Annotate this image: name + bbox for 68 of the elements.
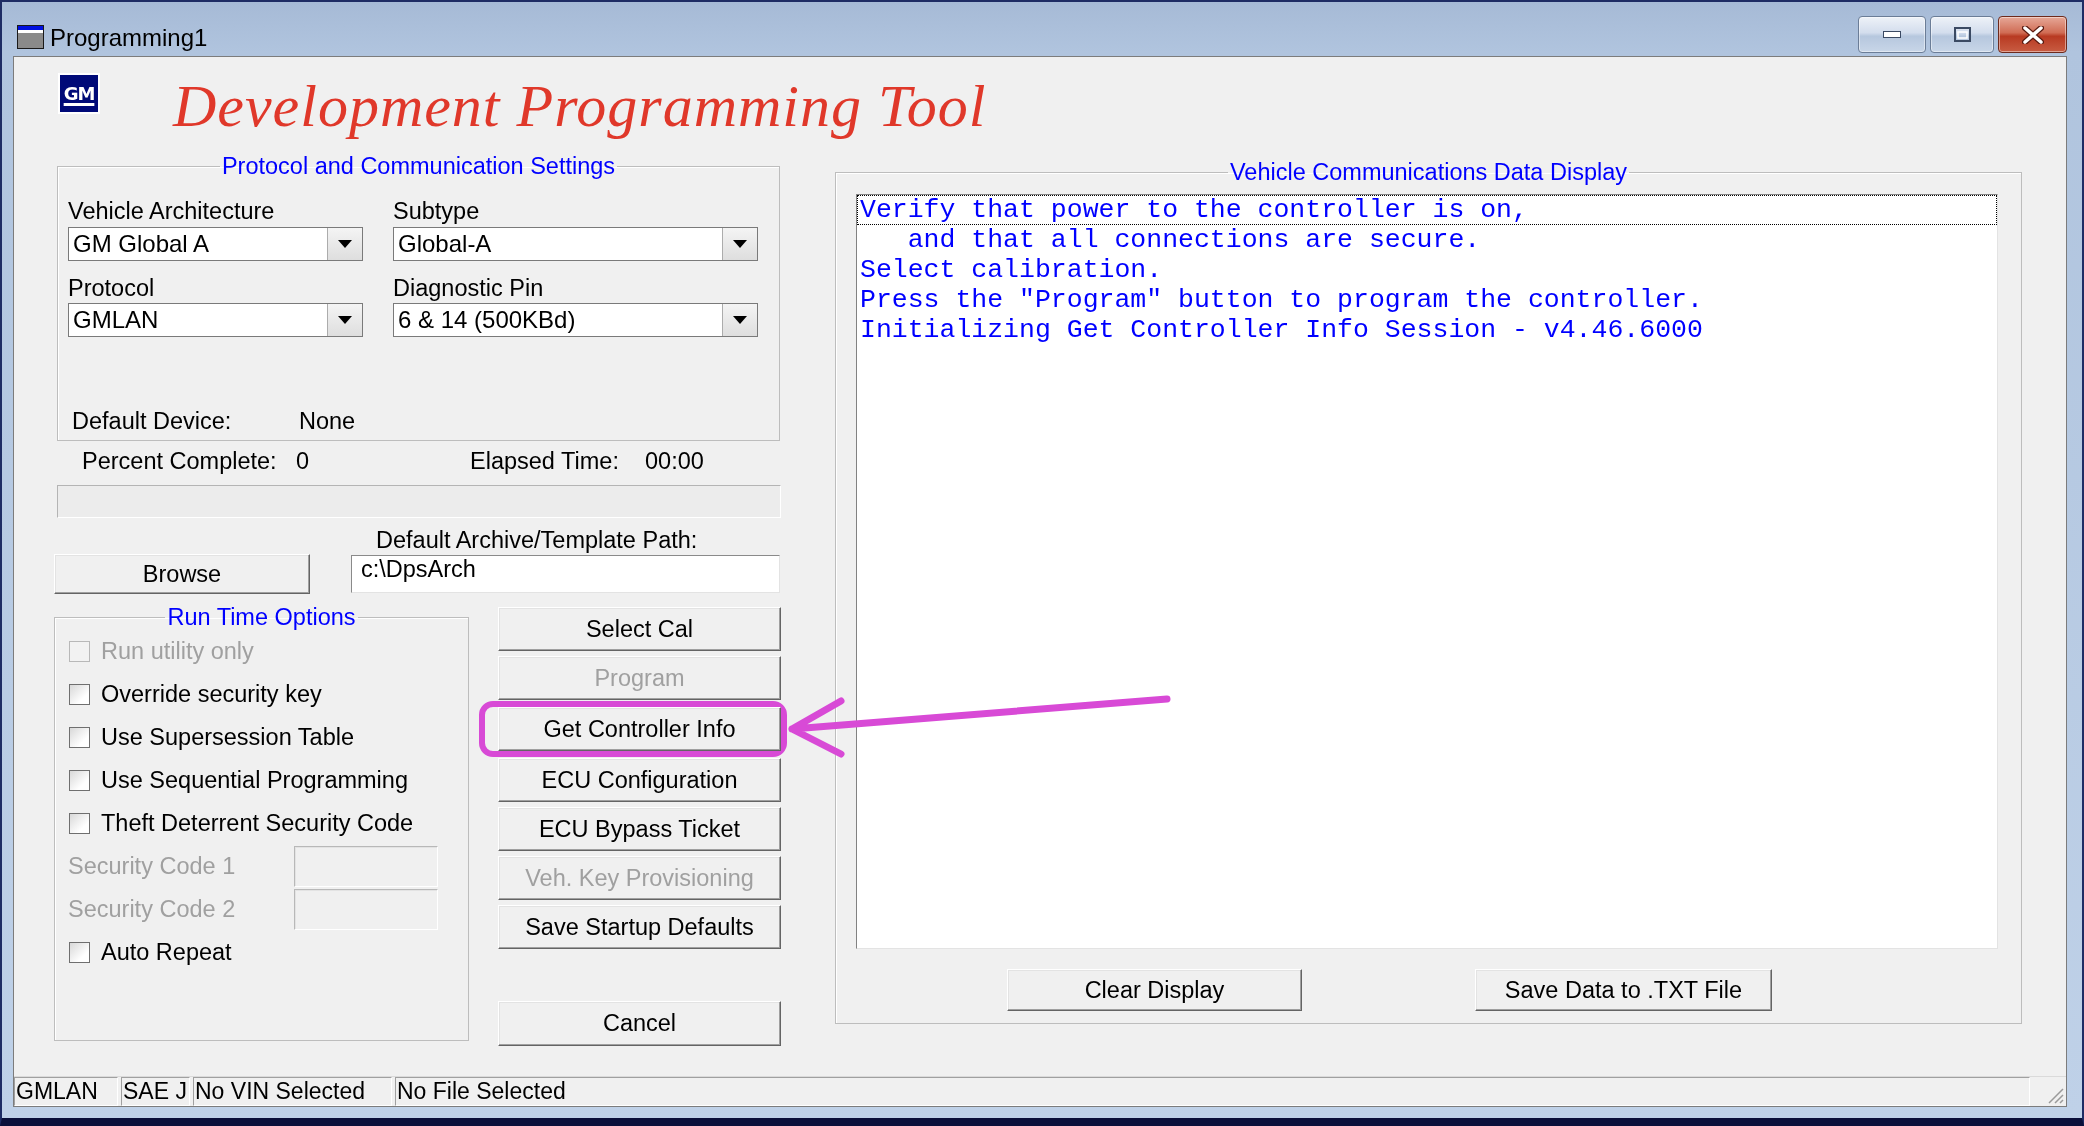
field-label: Security Code 1 xyxy=(68,853,237,880)
checkbox[interactable] xyxy=(69,942,90,963)
status-panel: SAE J xyxy=(121,1077,190,1106)
checkbox-label[interactable]: Override security key xyxy=(101,681,322,708)
input-field[interactable] xyxy=(294,889,438,930)
status-panel: No VIN Selected xyxy=(193,1077,392,1106)
close-icon xyxy=(2021,25,2044,44)
action-button[interactable]: Select Cal xyxy=(498,607,781,651)
dropdown[interactable]: GMLAN xyxy=(68,303,363,337)
window-icon xyxy=(17,25,44,49)
action-button[interactable]: Get Controller Info xyxy=(498,707,781,751)
checkbox[interactable] xyxy=(69,684,90,705)
input-field[interactable] xyxy=(294,846,438,887)
field-label: Elapsed Time: xyxy=(470,447,620,475)
log-line[interactable]: and that all connections are secure. xyxy=(857,225,1997,255)
caret-down-icon xyxy=(338,316,352,324)
field-value: 00:00 xyxy=(645,447,705,475)
dropdown-button[interactable] xyxy=(327,227,362,260)
log-line[interactable]: Select calibration. xyxy=(857,255,1997,285)
status-panel: GMLAN xyxy=(14,1077,118,1106)
log-line[interactable]: Initializing Get Controller Info Session - v4.46.6000 xyxy=(857,315,1997,345)
log-line[interactable]: Press the "Program" button to program the controller. xyxy=(857,285,1997,315)
app-title: Development Programming Tool xyxy=(173,72,987,141)
action-button[interactable]: ECU Configuration xyxy=(498,758,781,802)
dropdown[interactable]: Global-A xyxy=(393,226,758,261)
dropdown[interactable]: GM Global A xyxy=(68,226,363,261)
dropdown[interactable]: 6 & 14 (500KBd) xyxy=(393,303,758,337)
maximize-button[interactable] xyxy=(1930,16,1994,53)
browse-button[interactable]: Browse xyxy=(54,554,310,594)
window-title: Programming1 xyxy=(50,23,208,51)
action-button[interactable]: Save Startup Defaults xyxy=(498,905,781,949)
checkbox-label[interactable]: Auto Repeat xyxy=(101,939,232,966)
checkbox-label[interactable]: Use Supersession Table xyxy=(101,724,354,751)
group-title: Protocol and Communication Settings xyxy=(220,153,617,179)
checkbox-label[interactable]: Theft Deterrent Security Code xyxy=(101,810,414,837)
action-button[interactable]: Save Data to .TXT File xyxy=(1475,969,1772,1011)
caret-down-icon xyxy=(733,239,747,248)
status-panel: No File Selected xyxy=(395,1077,2030,1106)
action-button[interactable]: Clear Display xyxy=(1007,969,1302,1011)
caret-down-icon xyxy=(733,316,747,324)
path-field[interactable]: c:\DpsArch xyxy=(351,555,780,593)
group-title: Run Time Options xyxy=(166,604,357,630)
field-label: Percent Complete: xyxy=(82,447,278,475)
field-label: Default Device: xyxy=(72,408,233,435)
field-value: None xyxy=(299,408,357,435)
field-label: Diagnostic Pin xyxy=(393,274,545,302)
minimize-icon xyxy=(1883,31,1901,38)
caret-down-icon xyxy=(338,239,352,248)
checkbox[interactable] xyxy=(69,770,90,791)
field-label: Security Code 2 xyxy=(68,896,237,923)
dropdown-button[interactable] xyxy=(327,304,362,336)
field-label: Default Archive/Template Path: xyxy=(375,527,699,554)
action-button[interactable]: ECU Bypass Ticket xyxy=(498,807,781,851)
maximize-icon xyxy=(1953,27,1971,42)
cancel-button[interactable]: Cancel xyxy=(498,1001,781,1046)
minimize-button[interactable] xyxy=(1858,16,1926,53)
field-label: Subtype xyxy=(393,198,481,225)
field-label: Vehicle Architecture xyxy=(68,198,276,225)
dropdown-button[interactable] xyxy=(722,304,757,336)
field-value: 0 xyxy=(296,447,311,475)
checkbox-label[interactable]: Use Sequential Programming xyxy=(101,767,408,794)
logo: GM xyxy=(58,73,100,114)
dropdown-button[interactable] xyxy=(722,227,757,260)
group-title: Vehicle Communications Data Display xyxy=(1228,159,1629,185)
checkbox[interactable] xyxy=(69,813,90,834)
close-button[interactable] xyxy=(1998,16,2067,53)
field-label: Protocol xyxy=(68,274,156,302)
checkbox[interactable] xyxy=(69,727,90,748)
